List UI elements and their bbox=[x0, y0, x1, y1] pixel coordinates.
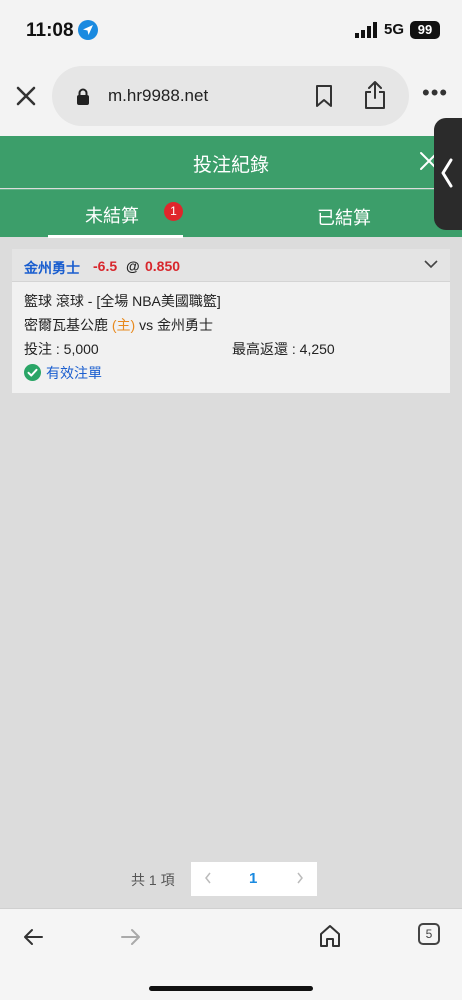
pager-controls: 1 bbox=[191, 862, 317, 896]
more-icon[interactable]: ••• bbox=[422, 80, 452, 110]
signal-icon bbox=[355, 22, 377, 38]
tab-unsettled[interactable]: 未結算 1 bbox=[48, 190, 183, 238]
tabs-icon[interactable]: 5 bbox=[418, 923, 440, 945]
address-bar[interactable]: m.hr9988.net bbox=[52, 66, 409, 126]
tab-settled[interactable]: 已結算 bbox=[300, 190, 410, 238]
tab-settled-label: 已結算 bbox=[317, 208, 371, 228]
check-circle-icon bbox=[24, 364, 41, 381]
match-line: 密爾瓦基公鹿 (主) vs 金州勇士 bbox=[24, 315, 213, 335]
bookmark-icon[interactable] bbox=[314, 84, 334, 108]
chevron-down-icon[interactable] bbox=[424, 259, 438, 269]
bet-record-card: 金州勇士 -6.5 @ 0.850 籃球 滾球 - [全場 NBA美國職籃] 密… bbox=[12, 249, 450, 393]
status-time: 11:08 bbox=[26, 20, 74, 41]
share-icon[interactable] bbox=[363, 80, 387, 110]
prev-page-icon[interactable] bbox=[203, 871, 213, 885]
selection-handicap: -6.5 bbox=[93, 258, 118, 274]
page-title: 投注紀錄 bbox=[192, 155, 269, 176]
browser-chrome: 11:08 5G 99 m.hr9988.net ••• bbox=[0, 0, 462, 136]
home-indicator bbox=[149, 986, 313, 991]
home-tag: (主) bbox=[111, 317, 136, 333]
unsettled-count-badge: 1 bbox=[164, 202, 183, 221]
url-text: m.hr9988.net bbox=[108, 86, 209, 105]
side-drawer-handle[interactable] bbox=[434, 118, 462, 230]
pagination: 共 1 項 1 bbox=[0, 862, 462, 896]
battery-indicator: 99 bbox=[410, 21, 440, 39]
stake-amount: 投注 : 5,000 bbox=[24, 341, 99, 357]
browser-toolbar: 5 bbox=[0, 908, 462, 1000]
home-icon[interactable] bbox=[318, 923, 342, 949]
bet-status: 有效注單 bbox=[46, 365, 102, 381]
tab-unsettled-label: 未結算 bbox=[85, 206, 139, 226]
location-arrow-icon bbox=[78, 20, 98, 40]
bet-card-header[interactable]: 金州勇士 -6.5 @ 0.850 bbox=[12, 249, 450, 282]
chevron-left-icon bbox=[441, 158, 453, 188]
away-team: vs 金州勇士 bbox=[139, 317, 213, 333]
tab-bar: 未結算 1 已結算 bbox=[0, 189, 462, 238]
back-arrow-icon[interactable] bbox=[22, 927, 44, 947]
home-team: 密爾瓦基公鹿 bbox=[24, 317, 108, 333]
page-header: 投注紀錄 bbox=[0, 136, 462, 188]
next-page-icon[interactable] bbox=[295, 871, 305, 885]
selection-odds: 0.850 bbox=[145, 258, 181, 274]
close-icon[interactable] bbox=[12, 82, 40, 110]
selection-team: 金州勇士 bbox=[24, 260, 80, 276]
current-page[interactable]: 1 bbox=[249, 870, 257, 887]
network-type: 5G bbox=[384, 21, 405, 38]
selection-at: @ bbox=[126, 258, 140, 274]
total-count: 共 1 項 bbox=[131, 872, 175, 888]
lock-icon bbox=[77, 88, 89, 105]
league-line: 籃球 滾球 - [全場 NBA美國職籃] bbox=[24, 293, 221, 309]
max-return: 最高返還 : 4,250 bbox=[232, 341, 335, 357]
forward-arrow-icon[interactable] bbox=[120, 927, 142, 947]
